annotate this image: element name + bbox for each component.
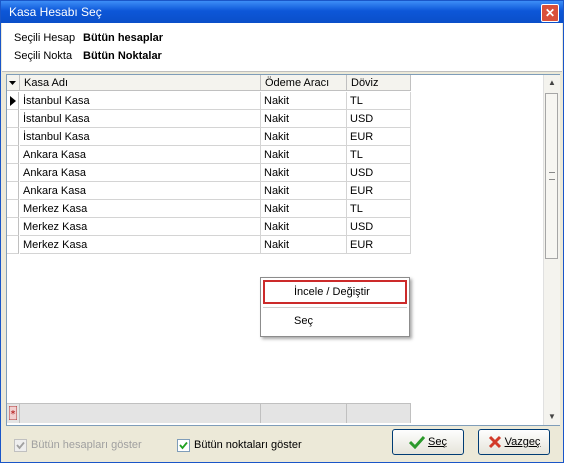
title-bar[interactable]: Kasa Hesabı Seç ✕ xyxy=(1,1,563,23)
select-button[interactable]: Seç xyxy=(392,429,464,455)
column-header-doviz[interactable]: Döviz xyxy=(347,75,411,91)
cell-doviz[interactable]: USD xyxy=(347,110,411,128)
cancel-button[interactable]: Vazgeç xyxy=(478,429,550,455)
select-button-label: Seç xyxy=(428,436,447,448)
cross-icon xyxy=(488,436,501,449)
cell-odeme-araci[interactable]: Nakit xyxy=(261,146,347,164)
vertical-scrollbar[interactable]: ▲ ▼ xyxy=(543,75,560,425)
cell-odeme-araci[interactable]: Nakit xyxy=(261,92,347,110)
cell-doviz[interactable]: USD xyxy=(347,218,411,236)
selected-account-value: Bütün hesaplar xyxy=(83,32,164,44)
checkbox-box[interactable] xyxy=(14,438,27,452)
cell-kasa-adi[interactable]: İstanbul Kasa xyxy=(20,92,261,110)
footer-cell-odeme-araci xyxy=(261,403,347,423)
scroll-grip-icon xyxy=(549,172,555,180)
scroll-down-button[interactable]: ▼ xyxy=(544,409,560,425)
row-indicator[interactable] xyxy=(7,128,19,146)
row-indicator[interactable] xyxy=(7,164,19,182)
cell-kasa-adi[interactable]: Merkez Kasa xyxy=(20,236,261,254)
cell-kasa-adi[interactable]: İstanbul Kasa xyxy=(20,110,261,128)
cell-doviz[interactable]: USD xyxy=(347,164,411,182)
close-icon: ✕ xyxy=(544,6,556,20)
show-all-accounts-checkbox[interactable]: Bütün hesapları göster xyxy=(14,437,142,453)
context-menu: İncele / Değiştir Seç xyxy=(260,277,410,337)
cell-kasa-adi[interactable]: Merkez Kasa xyxy=(20,200,261,218)
checkmark-icon xyxy=(179,441,188,450)
scroll-thumb[interactable] xyxy=(545,93,558,259)
cell-odeme-araci[interactable]: Nakit xyxy=(261,182,347,200)
cell-kasa-adi[interactable]: İstanbul Kasa xyxy=(20,128,261,146)
cell-kasa-adi[interactable]: Ankara Kasa xyxy=(20,164,261,182)
row-indicator[interactable] xyxy=(7,92,19,110)
cell-kasa-adi[interactable]: Ankara Kasa xyxy=(20,146,261,164)
cell-odeme-araci[interactable]: Nakit xyxy=(261,128,347,146)
grid-body: Kasa Adı Ödeme Aracı Döviz * İstanbul Ka… xyxy=(7,75,543,425)
scroll-up-button[interactable]: ▲ xyxy=(544,75,560,91)
column-header-odeme-araci[interactable]: Ödeme Aracı xyxy=(261,75,347,91)
cell-odeme-araci[interactable]: Nakit xyxy=(261,200,347,218)
row-indicator[interactable] xyxy=(7,236,19,254)
row-indicator[interactable] xyxy=(7,218,19,236)
checkmark-icon xyxy=(16,441,25,450)
dialog-window: Kasa Hesabı Seç ✕ Seçili Hesap Bütün hesa… xyxy=(0,0,564,463)
show-all-points-label: Bütün noktaları göster xyxy=(194,439,302,451)
check-icon xyxy=(408,436,426,450)
cell-doviz[interactable]: EUR xyxy=(347,182,411,200)
selected-point-value: Bütün Noktalar xyxy=(83,50,162,62)
cell-doviz[interactable]: TL xyxy=(347,146,411,164)
selected-point-row: Seçili Nokta Bütün Noktalar xyxy=(14,50,162,66)
row-indicator[interactable] xyxy=(7,146,19,164)
menu-item-sec[interactable]: Seç xyxy=(263,309,407,333)
selection-info-panel: Seçili Hesap Bütün hesaplar Seçili Nokta B… xyxy=(2,23,562,72)
show-all-accounts-label: Bütün hesapları göster xyxy=(31,439,142,451)
menu-item-incele-degistir[interactable]: İncele / Değiştir xyxy=(263,280,407,304)
column-header-kasa-adi[interactable]: Kasa Adı xyxy=(20,75,261,91)
cell-kasa-adi[interactable]: Ankara Kasa xyxy=(20,182,261,200)
cell-odeme-araci[interactable]: Nakit xyxy=(261,110,347,128)
svg-text:*: * xyxy=(11,409,16,420)
cell-doviz[interactable]: EUR xyxy=(347,236,411,254)
cell-doviz[interactable]: TL xyxy=(347,200,411,218)
cell-doviz[interactable]: EUR xyxy=(347,128,411,146)
cell-doviz[interactable]: TL xyxy=(347,92,411,110)
menu-separator xyxy=(263,307,407,308)
cancel-button-label: Vazgeç xyxy=(504,436,541,448)
cell-odeme-araci[interactable]: Nakit xyxy=(261,218,347,236)
cell-kasa-adi[interactable]: Merkez Kasa xyxy=(20,218,261,236)
footer-cell-kasa-adi xyxy=(20,403,261,423)
row-indicator[interactable] xyxy=(7,110,19,128)
checkbox-box[interactable] xyxy=(177,438,190,452)
current-row-arrow-icon xyxy=(10,96,16,106)
cell-odeme-araci[interactable]: Nakit xyxy=(261,236,347,254)
window-title: Kasa Hesabı Seç xyxy=(9,5,102,19)
selected-account-label: Seçili Hesap xyxy=(14,32,76,44)
cash-account-grid[interactable]: Kasa Adı Ödeme Aracı Döviz * İstanbul Ka… xyxy=(6,74,560,426)
footer-indicator[interactable]: * xyxy=(7,403,20,423)
column-chooser-button[interactable] xyxy=(7,75,20,91)
footer-cell-doviz xyxy=(347,403,411,423)
row-indicator[interactable] xyxy=(7,182,19,200)
selected-point-label: Seçili Nokta xyxy=(14,50,73,62)
row-indicator[interactable] xyxy=(7,200,19,218)
cell-odeme-araci[interactable]: Nakit xyxy=(261,164,347,182)
show-all-points-checkbox[interactable]: Bütün noktaları göster xyxy=(177,437,302,453)
close-button[interactable]: ✕ xyxy=(541,4,559,22)
dropdown-arrow-icon xyxy=(9,80,16,85)
asterisk-icon: * xyxy=(9,406,17,420)
selected-account-row: Seçili Hesap Bütün hesaplar xyxy=(14,32,163,48)
